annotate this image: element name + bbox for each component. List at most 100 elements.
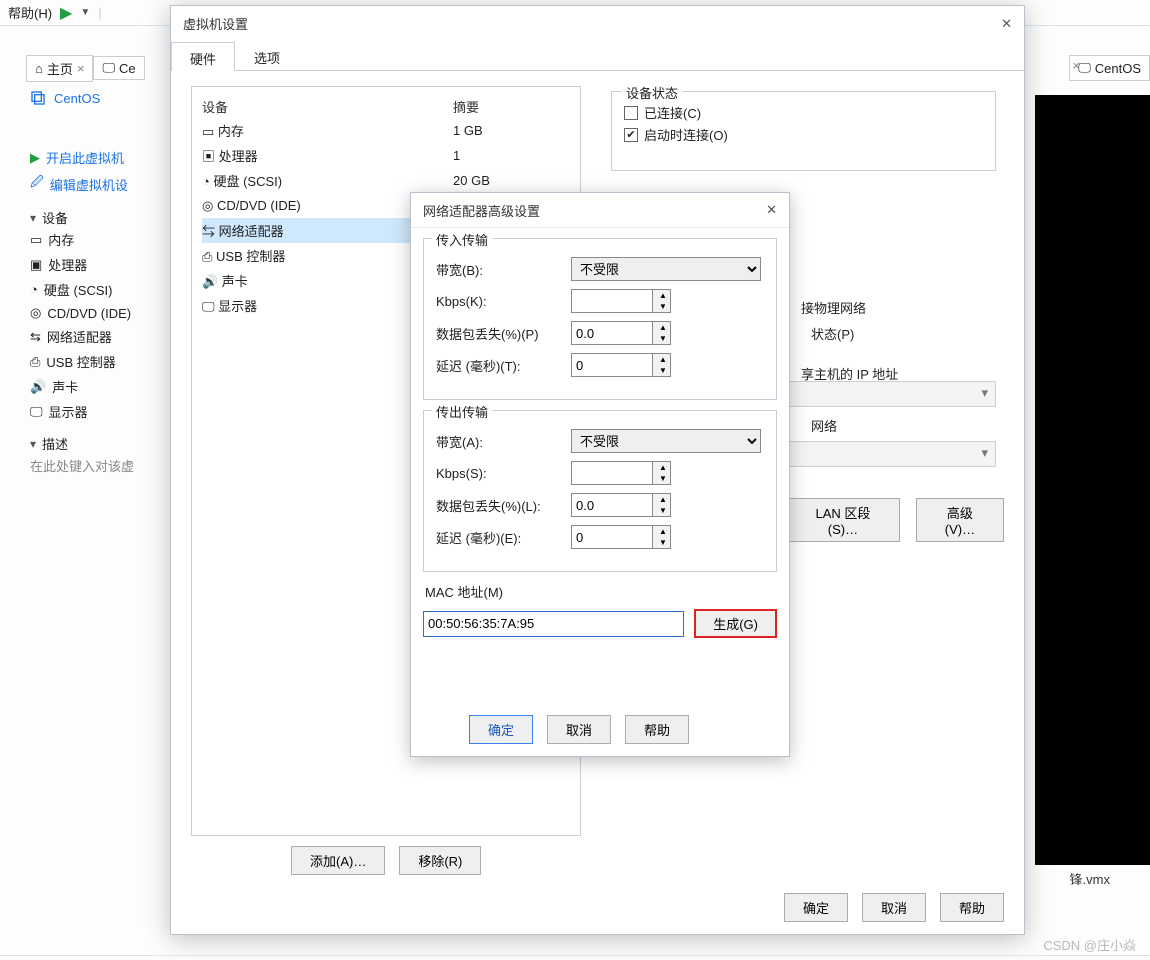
watermark: CSDN @庄小焱 bbox=[1043, 935, 1136, 954]
sidebar-display[interactable]: 🖵显示器 bbox=[30, 399, 180, 424]
edit-icon: 🖉 bbox=[30, 173, 44, 195]
display-icon: 🖵 bbox=[202, 299, 215, 314]
desc-placeholder[interactable]: 在此处键入对该虚 bbox=[30, 453, 180, 478]
spin-down-icon[interactable]: ▼ bbox=[652, 537, 670, 548]
chk-connect-poweron[interactable]: ✔启动时连接(O) bbox=[624, 125, 983, 144]
chevron-down-icon: ▾ bbox=[30, 211, 36, 225]
settings-help-button[interactable]: 帮助 bbox=[940, 893, 1004, 922]
mac-input[interactable] bbox=[423, 611, 684, 637]
vmx-filename: 锋.vmx bbox=[1070, 869, 1110, 888]
spin-up-icon[interactable]: ▲ bbox=[652, 462, 670, 473]
dialog-title: 网络适配器高级设置 bbox=[423, 201, 540, 220]
combo-bw-out[interactable]: 不受限 bbox=[571, 429, 761, 453]
legend-status: 设备状态 bbox=[622, 83, 682, 102]
memory-icon: ▭ bbox=[30, 232, 42, 248]
settings-cancel-button[interactable]: 取消 bbox=[862, 893, 926, 922]
sidebar-mem[interactable]: ▭内存 bbox=[30, 227, 180, 252]
home-icon: ⌂ bbox=[35, 61, 43, 76]
close-icon[interactable]: ✕ bbox=[1001, 16, 1012, 32]
spin-down-icon[interactable]: ▼ bbox=[652, 473, 670, 484]
spin-down-icon[interactable]: ▼ bbox=[652, 505, 670, 516]
advanced-button[interactable]: 高级(V)… bbox=[916, 498, 1004, 542]
legend-outgoing: 传出传输 bbox=[432, 402, 492, 421]
label-loss-out: 数据包丢失(%)(L): bbox=[436, 496, 571, 515]
spin-down-icon[interactable]: ▼ bbox=[652, 301, 670, 312]
disk-icon: ◔ bbox=[30, 282, 38, 297]
sidebar-cpu[interactable]: ▣处理器 bbox=[30, 252, 180, 277]
settings-ok-button[interactable]: 确定 bbox=[784, 893, 848, 922]
group-devices[interactable]: ▾设备 bbox=[30, 208, 180, 227]
spin-up-icon[interactable]: ▲ bbox=[652, 290, 670, 301]
spin-up-icon[interactable]: ▲ bbox=[652, 322, 670, 333]
sidebar-disk[interactable]: ◔硬盘 (SCSI) bbox=[30, 277, 180, 302]
display-icon: 🖵 bbox=[30, 404, 43, 420]
spin-loss-out[interactable]: ▲▼ bbox=[571, 493, 671, 517]
spin-kbps-out[interactable]: ▲▼ bbox=[571, 461, 671, 485]
tab-centos-trunc[interactable]: 🖵 Ce bbox=[93, 56, 144, 80]
sidebar-usb[interactable]: ⎙USB 控制器 bbox=[30, 349, 180, 374]
menu-help[interactable]: 帮助(H) bbox=[8, 3, 52, 22]
spin-up-icon[interactable]: ▲ bbox=[652, 526, 670, 537]
label-lat-in: 延迟 (毫秒)(T): bbox=[436, 356, 571, 375]
add-button[interactable]: 添加(A)… bbox=[291, 846, 385, 875]
label-kbps-out: Kbps(S): bbox=[436, 466, 571, 481]
combo-bw-in[interactable]: 不受限 bbox=[571, 257, 761, 281]
group-device-status: 设备状态 已连接(C) ✔启动时连接(O) bbox=[611, 91, 996, 171]
spin-loss-in[interactable]: ▲▼ bbox=[571, 321, 671, 345]
sidebar-sound[interactable]: 🔊声卡 bbox=[30, 374, 180, 399]
tab-options[interactable]: 选项 bbox=[235, 41, 299, 70]
label-loss-in: 数据包丢失(%)(P) bbox=[436, 324, 571, 343]
stack-icon bbox=[30, 90, 46, 106]
col-summary: 摘要 bbox=[363, 95, 570, 118]
action-poweron[interactable]: ▶开启此虚拟机 bbox=[30, 145, 180, 170]
sidebar-net[interactable]: ⇆网络适配器 bbox=[30, 324, 180, 349]
hw-row-mem[interactable]: ▭ 内存1 GB bbox=[202, 118, 570, 143]
usb-icon: ⎙ bbox=[30, 354, 40, 370]
checkbox-icon: ✔ bbox=[624, 128, 638, 142]
adv-cancel-button[interactable]: 取消 bbox=[547, 715, 611, 744]
monitor-icon: 🖵 bbox=[1078, 60, 1091, 76]
play-icon[interactable]: ▶ bbox=[60, 3, 72, 23]
label-bw-in: 带宽(B): bbox=[436, 260, 571, 279]
action-edit-vm[interactable]: 🖉编辑虚拟机设 bbox=[30, 170, 180, 198]
lan-segments-button[interactable]: LAN 区段(S)… bbox=[786, 498, 900, 542]
tab-hardware[interactable]: 硬件 bbox=[171, 42, 235, 71]
remove-button[interactable]: 移除(R) bbox=[399, 846, 481, 875]
tab-centos-right[interactable]: 🖵 CentOS bbox=[1069, 55, 1150, 81]
disk-icon: ◔ bbox=[202, 174, 210, 189]
monitor-icon: 🖵 bbox=[102, 60, 115, 76]
close-icon[interactable]: ✕ bbox=[766, 202, 777, 218]
close-icon[interactable]: × bbox=[1072, 58, 1080, 73]
page-title-centos: CentOS bbox=[30, 90, 100, 106]
generate-button[interactable]: 生成(G) bbox=[694, 609, 777, 638]
group-outgoing: 传出传输 带宽(A): 不受限 Kbps(S): ▲▼ 数据包丢失(%)(L):… bbox=[423, 410, 777, 572]
label-bw-out: 带宽(A): bbox=[436, 432, 571, 451]
hw-row-cpu[interactable]: ▣ 处理器1 bbox=[202, 143, 570, 168]
chevron-down-icon: ▾ bbox=[30, 437, 36, 451]
col-device: 设备 bbox=[202, 95, 363, 118]
close-icon[interactable]: × bbox=[77, 61, 85, 76]
group-desc[interactable]: ▾描述 bbox=[30, 434, 180, 453]
sidebar-cd[interactable]: ◎CD/DVD (IDE) bbox=[30, 302, 180, 324]
network-icon: ⇆ bbox=[30, 329, 41, 345]
play-icon: ▶ bbox=[30, 150, 40, 166]
spin-lat-in[interactable]: ▲▼ bbox=[571, 353, 671, 377]
spin-down-icon[interactable]: ▼ bbox=[652, 333, 670, 344]
tab-home[interactable]: ⌂ 主页 × bbox=[26, 55, 93, 82]
sound-icon: 🔊 bbox=[202, 274, 218, 289]
checkbox-icon bbox=[624, 106, 638, 120]
spin-down-icon[interactable]: ▼ bbox=[652, 365, 670, 376]
play-dropdown-icon[interactable]: ▼ bbox=[80, 7, 90, 18]
spin-up-icon[interactable]: ▲ bbox=[652, 354, 670, 365]
hw-row-disk[interactable]: ◔ 硬盘 (SCSI)20 GB bbox=[202, 168, 570, 193]
adv-ok-button[interactable]: 确定 bbox=[469, 715, 533, 744]
adv-help-button[interactable]: 帮助 bbox=[625, 715, 689, 744]
dialog-advanced-network: 网络适配器高级设置 ✕ 传入传输 带宽(B): 不受限 Kbps(K): ▲▼ … bbox=[410, 192, 790, 757]
dialog-title: 虚拟机设置 bbox=[183, 14, 248, 33]
spin-up-icon[interactable]: ▲ bbox=[652, 494, 670, 505]
legend-incoming: 传入传输 bbox=[432, 230, 492, 249]
chk-connected: 已连接(C) bbox=[624, 103, 983, 122]
spin-kbps-in[interactable]: ▲▼ bbox=[571, 289, 671, 313]
usb-icon: ⎙ bbox=[202, 249, 212, 264]
spin-lat-out[interactable]: ▲▼ bbox=[571, 525, 671, 549]
